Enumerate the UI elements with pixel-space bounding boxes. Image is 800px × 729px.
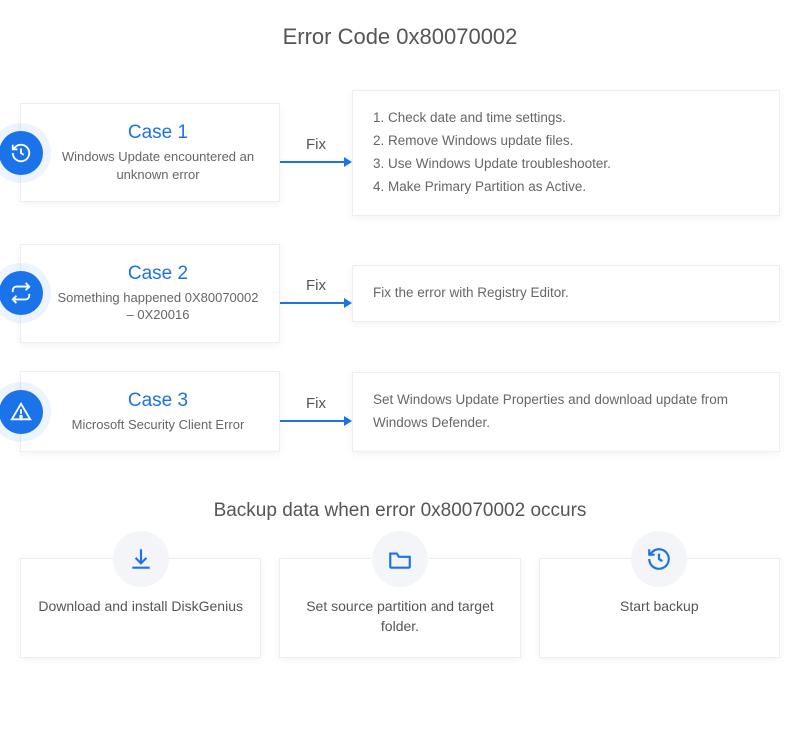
fix-connector: Fix: [280, 277, 352, 310]
case-card-1: Case 1 Windows Update encountered an unk…: [20, 103, 280, 202]
history-icon: [0, 131, 43, 175]
fix-step: Use Windows Update troubleshooter.: [373, 153, 759, 176]
fix-steps-list: Check date and time settings. Remove Win…: [373, 107, 759, 199]
case-title: Case 1: [55, 122, 261, 144]
fix-panel-3: Set Windows Update Properties and downlo…: [352, 372, 780, 452]
fix-step: Check date and time settings.: [373, 107, 759, 130]
backup-step-start: Start backup: [539, 558, 780, 657]
case-desc: Something happened 0X80070002 – 0X20016: [55, 289, 261, 324]
case-card-2: Case 2 Something happened 0X80070002 – 0…: [20, 244, 280, 343]
backup-step-label: Set source partition and target folder.: [292, 597, 507, 636]
fix-label: Fix: [306, 136, 326, 153]
retweet-icon: [0, 271, 43, 315]
fix-label: Fix: [306, 277, 326, 294]
case-desc: Microsoft Security Client Error: [55, 416, 261, 434]
page-title: Error Code 0x80070002: [20, 24, 780, 50]
case-row-1: Case 1 Windows Update encountered an unk…: [20, 90, 780, 216]
case-row-3: Case 3 Microsoft Security Client Error F…: [20, 371, 780, 453]
arrow-icon: [280, 296, 352, 310]
download-icon: [113, 531, 169, 587]
backup-step-label: Download and install DiskGenius: [33, 597, 248, 617]
backup-title: Backup data when error 0x80070002 occurs: [20, 500, 780, 522]
fix-connector: Fix: [280, 395, 352, 428]
arrow-icon: [280, 155, 352, 169]
case-desc: Windows Update encountered an unknown er…: [55, 148, 261, 183]
fix-panel-2: Fix the error with Registry Editor.: [352, 265, 780, 322]
backup-steps-row: Download and install DiskGenius Set sour…: [20, 558, 780, 657]
backup-step-download: Download and install DiskGenius: [20, 558, 261, 657]
backup-step-folder: Set source partition and target folder.: [279, 558, 520, 657]
fix-panel-1: Check date and time settings. Remove Win…: [352, 90, 780, 216]
fix-step: Remove Windows update files.: [373, 130, 759, 153]
clock-icon: [631, 531, 687, 587]
backup-step-label: Start backup: [552, 597, 767, 617]
case-card-3: Case 3 Microsoft Security Client Error: [20, 371, 280, 453]
fix-label: Fix: [306, 395, 326, 412]
fix-step: Make Primary Partition as Active.: [373, 176, 759, 199]
case-title: Case 3: [55, 390, 261, 412]
arrow-icon: [280, 414, 352, 428]
fix-connector: Fix: [280, 136, 352, 169]
alert-icon: [0, 390, 43, 434]
folder-icon: [372, 531, 428, 587]
case-title: Case 2: [55, 263, 261, 285]
case-row-2: Case 2 Something happened 0X80070002 – 0…: [20, 244, 780, 343]
